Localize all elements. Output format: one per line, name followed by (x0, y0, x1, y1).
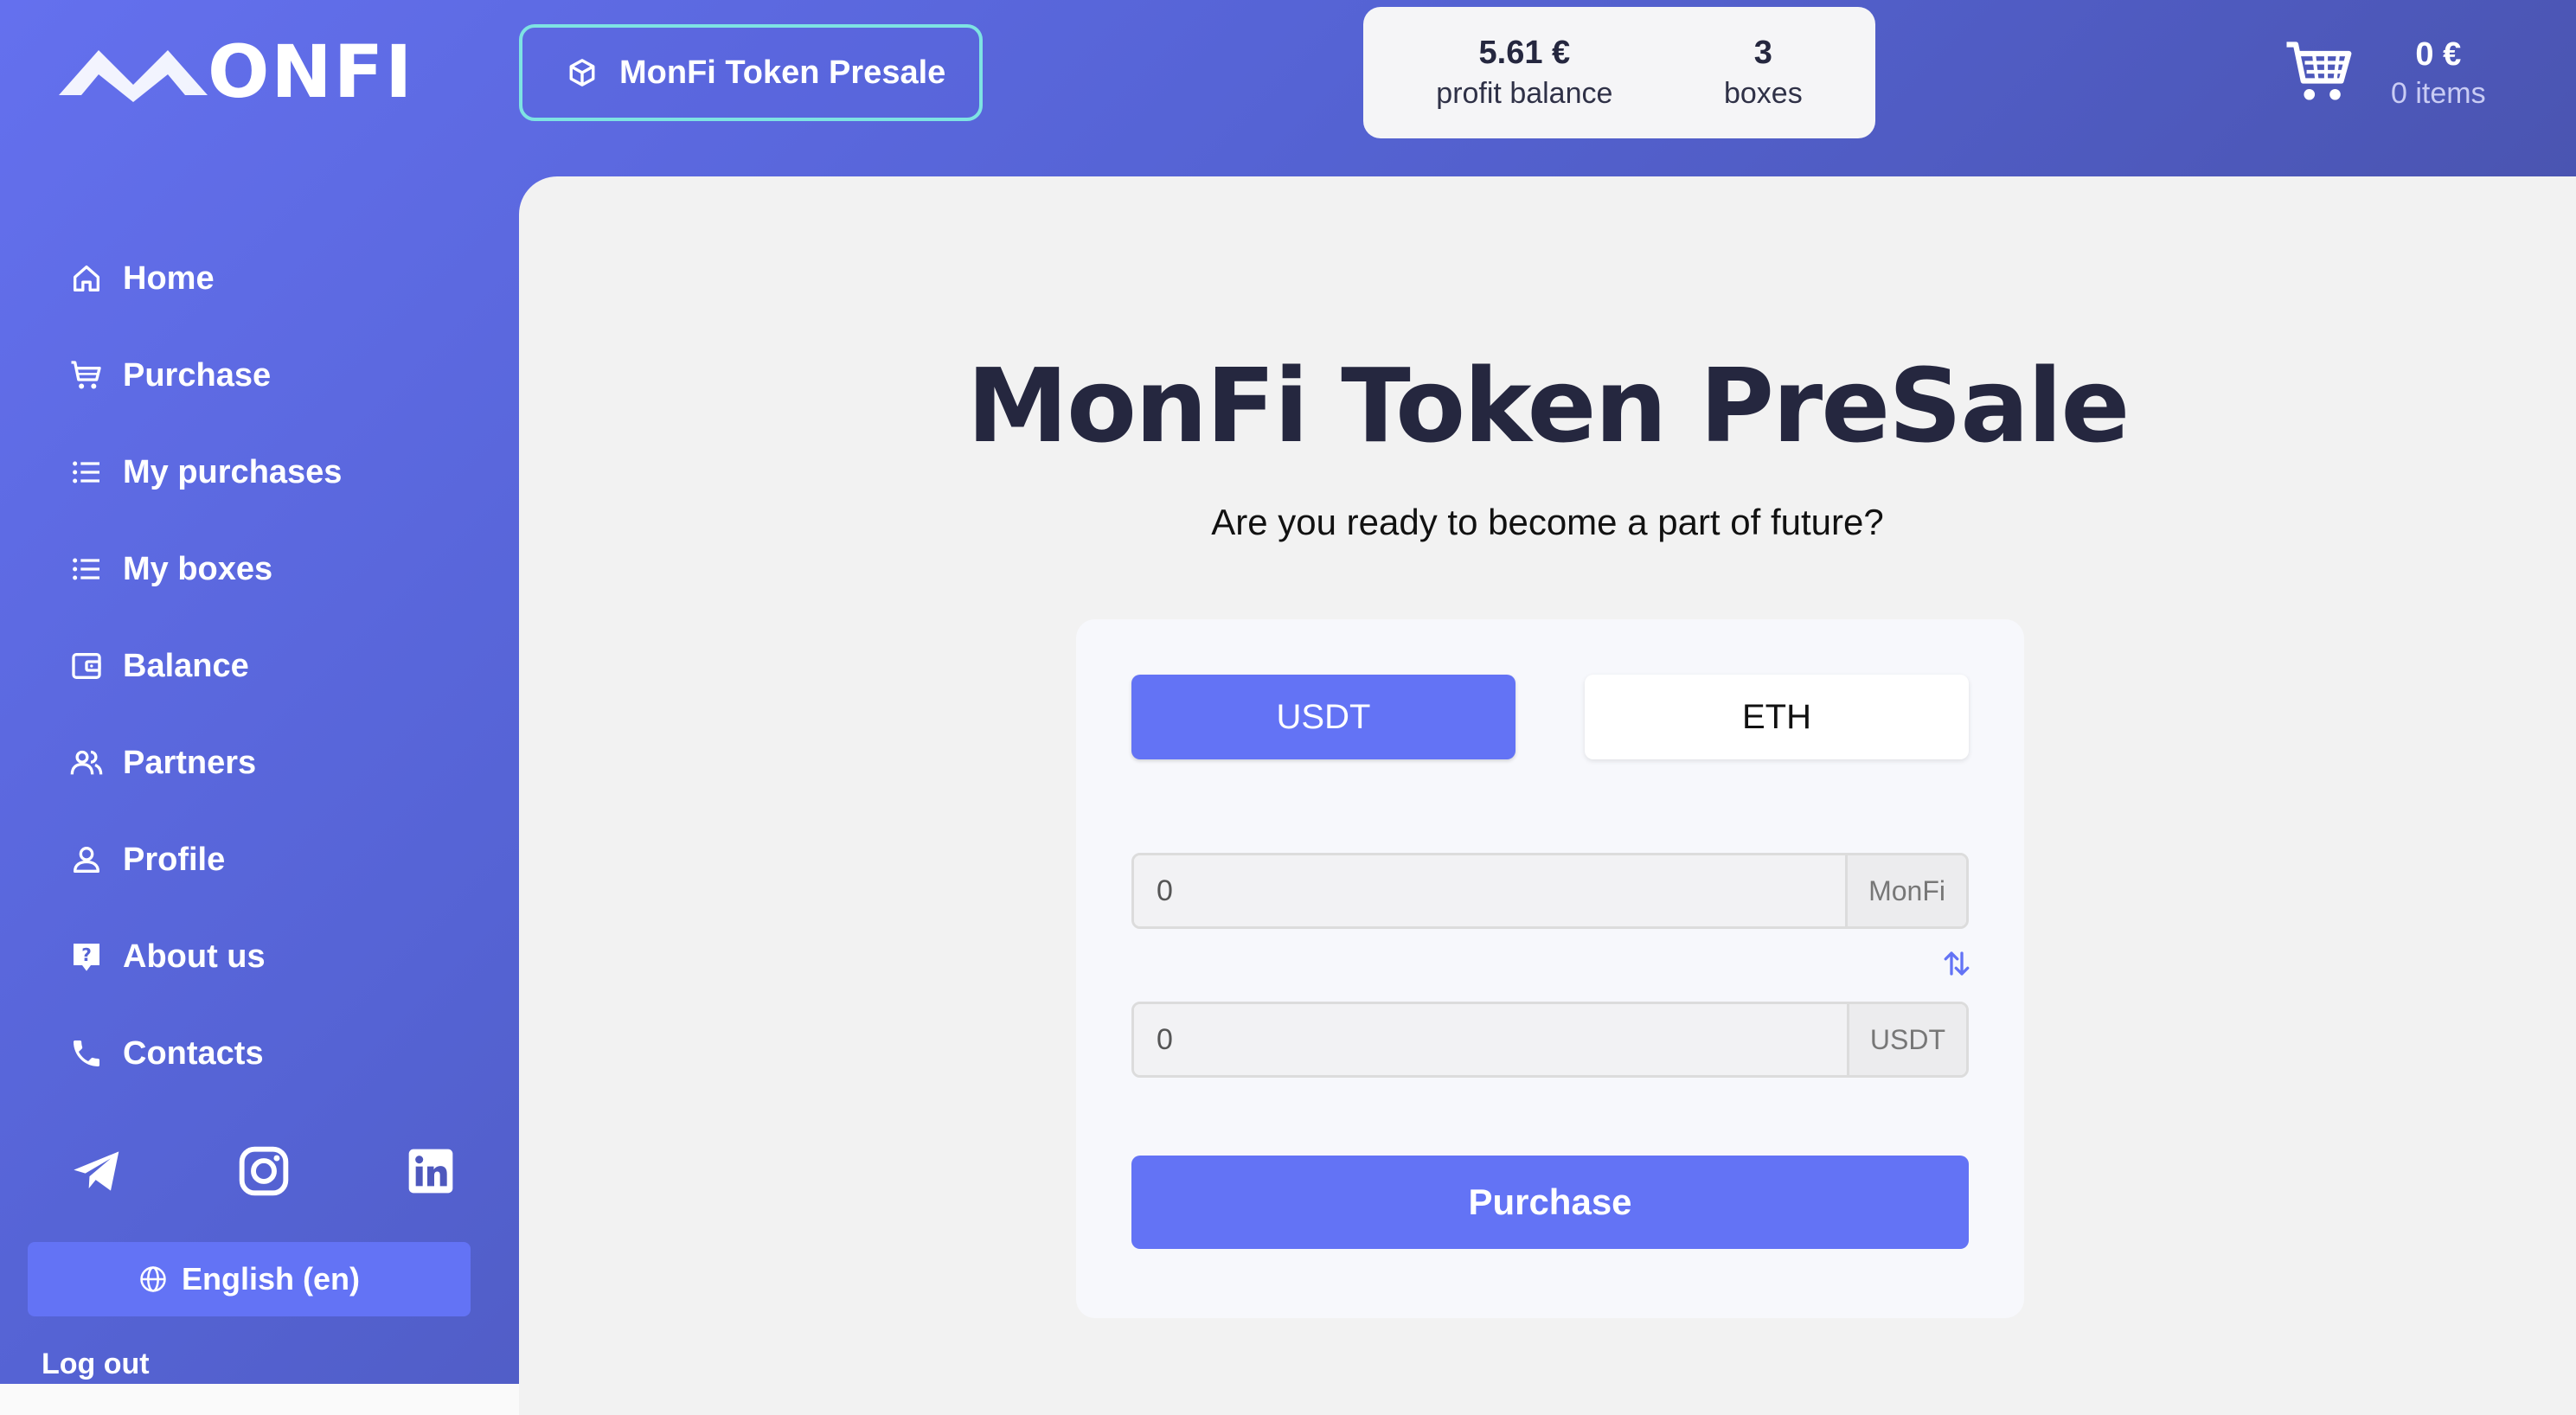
sidebar-item-label: My purchases (123, 453, 343, 490)
sidebar-item-label: About us (123, 938, 266, 975)
cart-icon (2284, 35, 2356, 112)
purchase-button[interactable]: Purchase (1131, 1156, 1969, 1249)
language-label: English (en) (182, 1261, 360, 1297)
token-amount-input[interactable] (1134, 855, 1846, 926)
page-title: MonFi Token PreSale (966, 346, 2131, 465)
brand-logo[interactable]: ONFI (55, 35, 471, 112)
logo-mark: ONFI (59, 35, 413, 112)
sidebar-item-balance[interactable]: Balance (69, 618, 342, 714)
cart-total: 0 € (2415, 36, 2462, 73)
sidebar-item-label: My boxes (123, 550, 273, 587)
sidebar-item-label: Purchase (123, 356, 272, 394)
sidebar-item-my-purchases[interactable]: My purchases (69, 424, 342, 521)
profit-balance-stat: 5.61 € profit balance (1436, 35, 1612, 111)
currency-tab-usdt[interactable]: USDT (1131, 675, 1515, 759)
cart-items-count: 0 items (2391, 77, 2486, 110)
sidebar-item-about-us[interactable]: ? About us (69, 908, 342, 1005)
boxes-label: boxes (1723, 77, 1803, 110)
main-panel: MonFi Token PreSale Are you ready to bec… (519, 176, 2576, 1415)
linkedin-icon[interactable] (403, 1143, 458, 1199)
question-icon: ? (69, 939, 104, 974)
token-unit-label: MonFi (1845, 855, 1966, 926)
presale-button[interactable]: MonFi Token Presale (519, 24, 983, 121)
stats-card: 5.61 € profit balance 3 boxes (1363, 7, 1875, 138)
sidebar-item-partners[interactable]: Partners (69, 714, 342, 811)
cart-icon (69, 358, 104, 393)
sidebar-item-label: Contacts (123, 1034, 264, 1072)
currency-tab-eth[interactable]: ETH (1585, 675, 1969, 759)
sidebar-item-home[interactable]: Home (69, 230, 342, 327)
telegram-icon[interactable] (69, 1143, 125, 1199)
sidebar-item-my-boxes[interactable]: My boxes (69, 521, 342, 618)
logout-link[interactable]: Log out (42, 1348, 150, 1381)
sidebar-item-label: Partners (123, 744, 257, 781)
wallet-icon (69, 649, 104, 683)
boxes-value: 3 (1753, 35, 1772, 71)
cart-summary: 0 € 0 items (2391, 36, 2486, 111)
boxes-stat: 3 boxes (1724, 35, 1803, 111)
sidebar-bottom-strip (0, 1384, 519, 1415)
cart-button[interactable]: 0 € 0 items (2284, 26, 2543, 121)
list-icon (69, 455, 104, 490)
social-links (69, 1143, 458, 1199)
svg-text:ONFI: ONFI (208, 35, 413, 112)
purchase-card: USDT ETH MonFi USDT Purchase (1076, 619, 2024, 1318)
svg-text:?: ? (81, 944, 92, 965)
pay-amount-input[interactable] (1134, 1004, 1847, 1075)
sidebar-item-contacts[interactable]: Contacts (69, 1005, 342, 1102)
globe-icon (138, 1265, 168, 1294)
profit-balance-label: profit balance (1436, 77, 1613, 110)
users-icon (69, 746, 104, 780)
instagram-icon[interactable] (236, 1143, 292, 1199)
phone-icon (69, 1036, 104, 1071)
language-selector[interactable]: English (en) (28, 1242, 471, 1316)
user-icon (69, 842, 104, 877)
sidebar-item-purchase[interactable]: Purchase (69, 327, 342, 424)
presale-button-label: MonFi Token Presale (619, 54, 946, 91)
box-icon (567, 58, 597, 87)
profit-balance-value: 5.61 € (1478, 35, 1571, 71)
sidebar-nav: Home Purchase My purchases My boxes Bala… (69, 230, 342, 1102)
pay-amount-field: USDT (1131, 1002, 1969, 1078)
page-subtitle: Are you ready to become a part of future… (1211, 502, 1884, 542)
list-icon (69, 552, 104, 586)
sidebar-item-label: Balance (123, 647, 249, 684)
token-amount-field: MonFi (1131, 853, 1969, 929)
pay-unit-label: USDT (1846, 1004, 1966, 1075)
swap-icon[interactable] (1941, 946, 1972, 981)
sidebar-item-label: Home (123, 259, 215, 297)
home-icon (69, 261, 104, 296)
sidebar-item-label: Profile (123, 841, 226, 878)
sidebar-item-profile[interactable]: Profile (69, 811, 342, 908)
